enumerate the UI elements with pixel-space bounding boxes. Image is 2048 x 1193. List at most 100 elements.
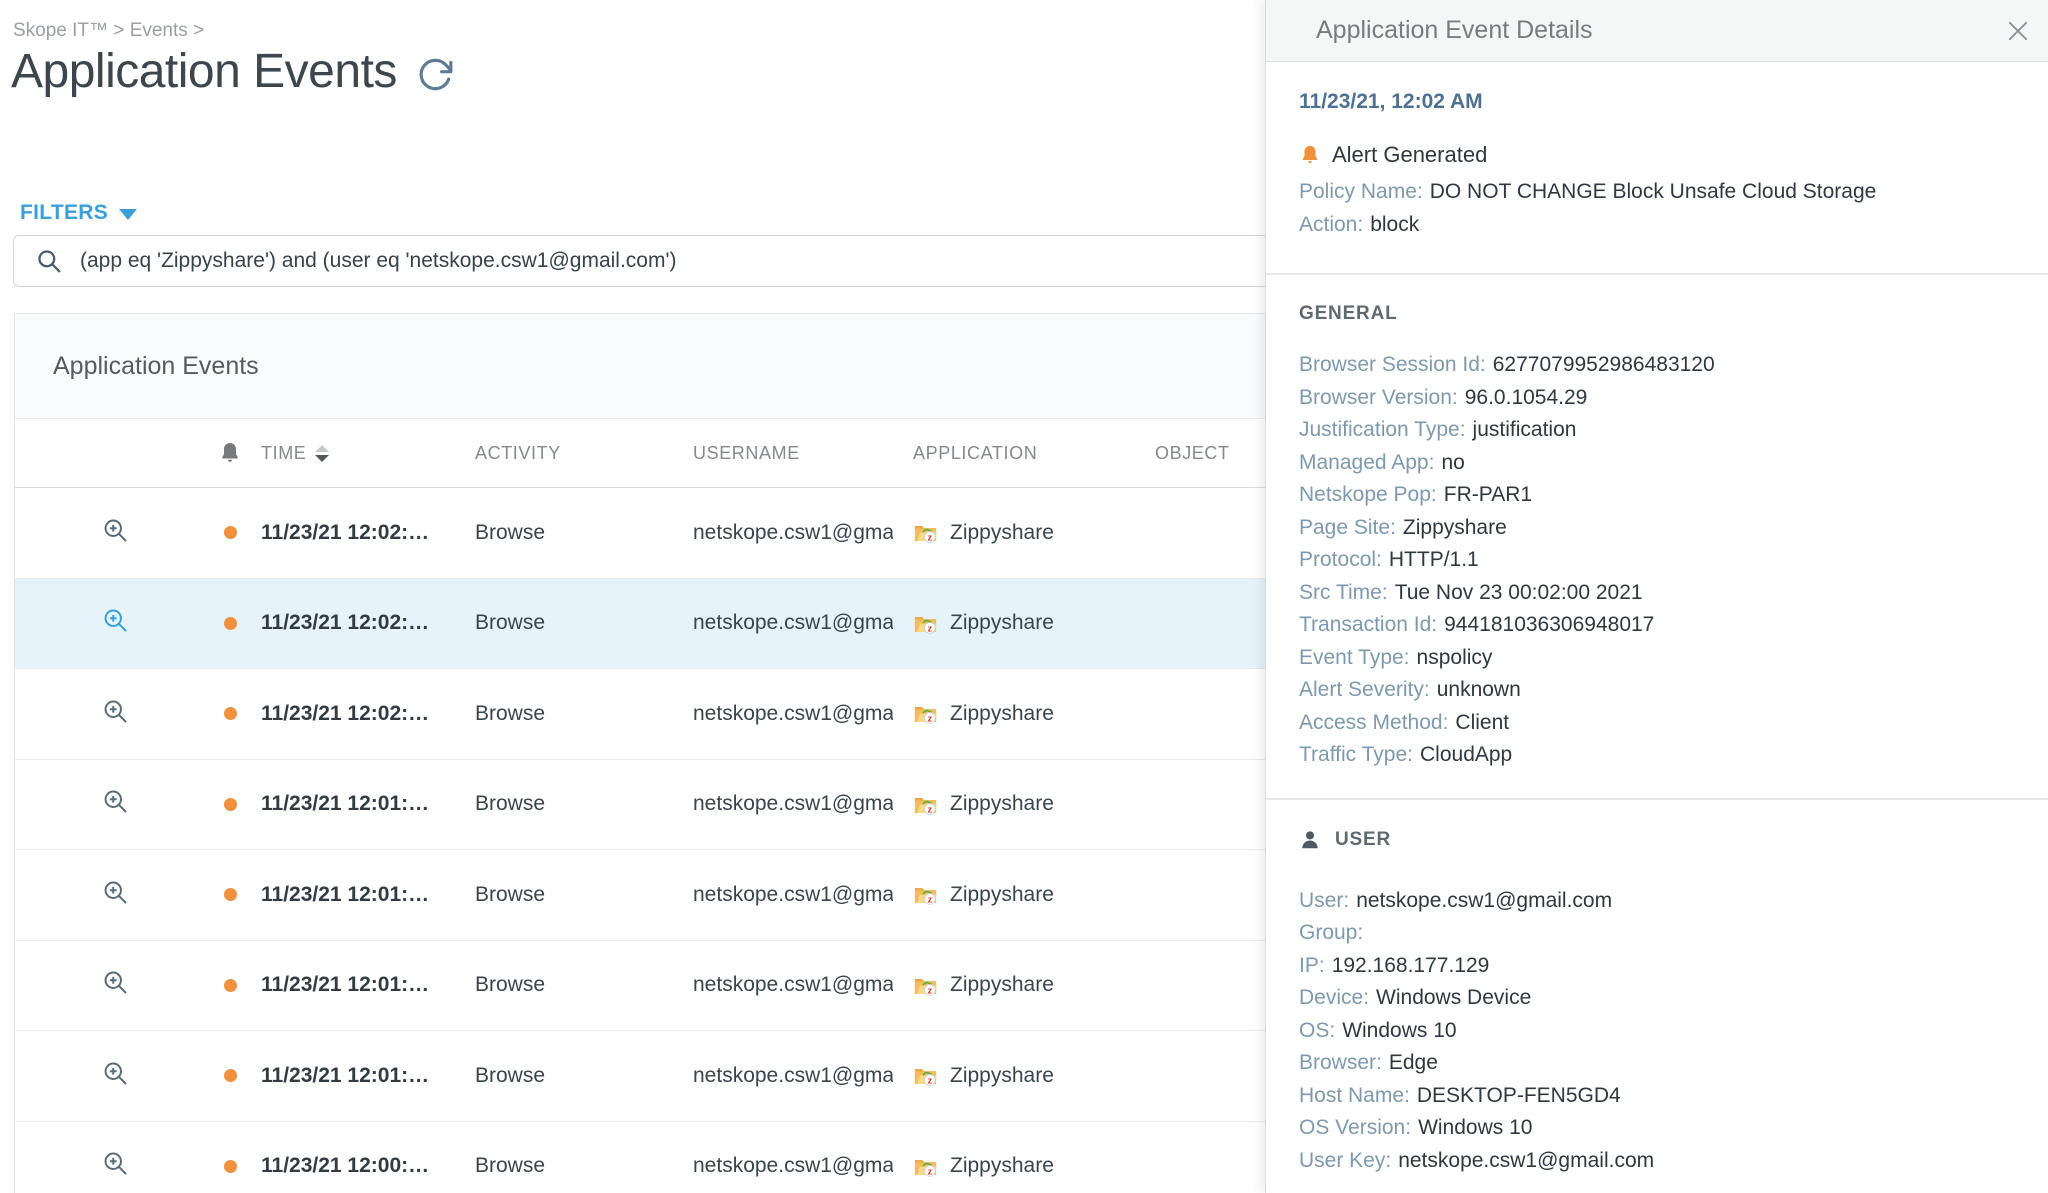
cell-expand — [15, 697, 205, 731]
filters-toggle[interactable]: FILTERS — [20, 201, 137, 225]
detail-field: User:netskope.csw1@gmail.com — [1299, 885, 2012, 918]
refresh-icon — [415, 83, 455, 98]
cell-expand — [15, 968, 205, 1002]
zippyshare-app-icon: z — [913, 611, 938, 636]
user-section: USER User:netskope.csw1@gmail.com Group:… — [1266, 800, 2048, 1193]
alert-fields: Policy Name:DO NOT CHANGE Block Unsafe C… — [1299, 176, 2012, 241]
col-object[interactable]: OBJECT — [1153, 443, 1273, 464]
close-icon[interactable] — [2000, 13, 2036, 49]
field-label: Browser Version: — [1299, 386, 1458, 409]
cell-application: z Zippyshare — [913, 520, 1153, 545]
table-row[interactable]: 11/23/21 12:01:… Browse netskope.csw1@gm… — [15, 941, 1273, 1032]
col-application[interactable]: APPLICATION — [913, 443, 1153, 464]
cell-alert — [205, 888, 255, 901]
username-text: netskope.csw1@gmail.com — [693, 792, 893, 816]
cell-alert — [205, 798, 255, 811]
application-text: Zippyshare — [950, 792, 1054, 816]
col-alert — [205, 441, 255, 465]
col-username[interactable]: USERNAME — [693, 443, 913, 464]
zoom-in-icon[interactable] — [101, 526, 129, 549]
detail-field: Event Type:nspolicy — [1299, 642, 2012, 675]
cell-time: 11/23/21 12:02:… — [255, 611, 475, 635]
table-row[interactable]: 11/23/21 12:02:… Browse netskope.csw1@gm… — [15, 488, 1273, 579]
zoom-in-icon[interactable] — [101, 1069, 129, 1092]
detail-field: OS:Windows 10 — [1299, 1015, 2012, 1048]
table-title: Application Events — [15, 314, 1273, 419]
cell-time: 11/23/21 12:00:… — [255, 1154, 475, 1178]
detail-field: OS Version: Windows 10 — [1299, 1112, 2012, 1145]
col-time[interactable]: TIME — [255, 443, 475, 464]
field-value: Tue Nov 23 00:02:00 2021 — [1395, 581, 1643, 604]
cell-alert — [205, 979, 255, 992]
cell-expand — [15, 878, 205, 912]
zippyshare-app-icon: z — [913, 882, 938, 907]
svg-text:z: z — [928, 804, 933, 814]
application-text: Zippyshare — [950, 1064, 1054, 1088]
panel-title: Application Event Details — [1316, 16, 2000, 45]
svg-text:z: z — [928, 714, 933, 724]
cell-username: netskope.csw1@gmail.com — [693, 1064, 913, 1088]
table-row[interactable]: 11/23/21 12:02:… Browse netskope.csw1@gm… — [15, 579, 1273, 670]
query-search-box — [13, 235, 1274, 287]
field-label: Policy Name: — [1299, 180, 1423, 203]
cell-alert — [205, 1069, 255, 1082]
sort-icon — [315, 445, 329, 462]
filters-label: FILTERS — [20, 201, 108, 225]
field-value: 96.0.1054.29 — [1465, 386, 1588, 409]
cell-expand — [15, 606, 205, 640]
detail-field: Alert Severity:unknown — [1299, 674, 2012, 707]
table-row[interactable]: 11/23/21 12:00:… Browse netskope.csw1@gm… — [15, 1122, 1273, 1193]
field-value: Windows 10 — [1342, 1019, 1456, 1042]
cell-activity: Browse — [475, 973, 693, 997]
zippyshare-app-icon: z — [913, 701, 938, 726]
cell-time: 11/23/21 12:02:… — [255, 521, 475, 545]
field-value: no — [1441, 451, 1464, 474]
zoom-in-icon[interactable] — [101, 616, 129, 639]
title-row: Application Events — [11, 44, 455, 99]
zoom-in-icon[interactable] — [101, 1159, 129, 1182]
user-fields: User:netskope.csw1@gmail.com Group: IP:1… — [1299, 885, 2012, 1178]
alert-dot-icon — [224, 1069, 237, 1082]
field-value: unknown — [1437, 678, 1521, 701]
detail-field: Managed App:no — [1299, 447, 2012, 480]
cell-application: z Zippyshare — [913, 1154, 1153, 1179]
table-row[interactable]: 11/23/21 12:01:… Browse netskope.csw1@gm… — [15, 760, 1273, 851]
username-text: netskope.csw1@gmail.com — [693, 973, 893, 997]
detail-field: Action:block — [1299, 209, 2012, 242]
detail-field: Protocol:HTTP/1.1 — [1299, 544, 2012, 577]
zoom-in-icon[interactable] — [101, 797, 129, 820]
zoom-in-icon[interactable] — [101, 888, 129, 911]
zoom-in-icon[interactable] — [101, 707, 129, 730]
field-value: HTTP/1.1 — [1389, 548, 1479, 571]
field-value: Windows 10 — [1418, 1116, 1532, 1139]
search-icon — [36, 248, 62, 274]
cell-expand — [15, 1149, 205, 1183]
cell-username: netskope.csw1@gmail.com — [693, 973, 913, 997]
query-input[interactable] — [78, 248, 1273, 274]
username-text: netskope.csw1@gmail.com — [693, 1064, 893, 1088]
col-activity[interactable]: ACTIVITY — [475, 443, 693, 464]
detail-field: Justification Type:justification — [1299, 414, 2012, 447]
cell-alert — [205, 707, 255, 720]
application-events-page: Skope IT™ > Events > Application Events … — [0, 0, 2048, 1193]
detail-field: Host Name:DESKTOP-FEN5GD4 — [1299, 1080, 2012, 1113]
cell-expand — [15, 787, 205, 821]
table-row[interactable]: 11/23/21 12:01:… Browse netskope.csw1@gm… — [15, 1031, 1273, 1122]
field-value: FR-PAR1 — [1444, 483, 1532, 506]
breadcrumb[interactable]: Skope IT™ > Events > — [13, 20, 204, 42]
zippyshare-app-icon: z — [913, 1154, 938, 1179]
field-value: 6277079952986483120 — [1493, 353, 1715, 376]
user-icon — [1299, 829, 1321, 851]
zoom-in-icon[interactable] — [101, 978, 129, 1001]
cell-application: z Zippyshare — [913, 882, 1153, 907]
field-label: OS Version: — [1299, 1116, 1411, 1139]
detail-field: Src Time:Tue Nov 23 00:02:00 2021 — [1299, 577, 2012, 610]
cell-expand — [15, 516, 205, 550]
table-row[interactable]: 11/23/21 12:01:… Browse netskope.csw1@gm… — [15, 850, 1273, 941]
svg-text:z: z — [928, 1166, 933, 1176]
general-heading: GENERAL — [1299, 303, 2012, 325]
username-text: netskope.csw1@gmail.com — [693, 1154, 893, 1178]
refresh-button[interactable] — [415, 55, 455, 95]
cell-username: netskope.csw1@gmail.com — [693, 1154, 913, 1178]
table-row[interactable]: 11/23/21 12:02:… Browse netskope.csw1@gm… — [15, 669, 1273, 760]
